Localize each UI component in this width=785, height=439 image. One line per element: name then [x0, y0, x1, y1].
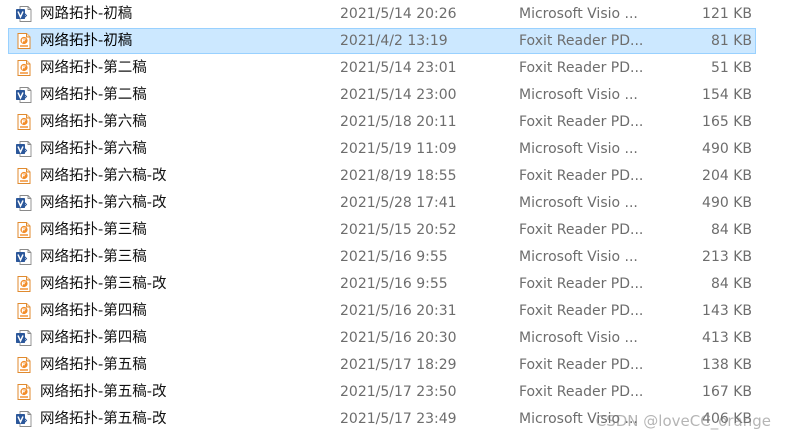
- file-size: 204 KB: [702, 168, 752, 184]
- file-date: 2021/5/17 23:50: [340, 384, 457, 400]
- file-date: 2021/4/2 13:19: [340, 33, 448, 49]
- file-date: 2021/8/19 18:55: [340, 168, 457, 184]
- file-size: 51 KB: [710, 60, 752, 76]
- file-type: Microsoft Visio ...: [519, 141, 638, 157]
- file-date: 2021/5/17 23:49: [340, 411, 457, 427]
- file-date: 2021/5/17 18:29: [340, 357, 457, 373]
- file-name: 网络拓扑-第三稿-改: [40, 276, 167, 292]
- visio-file-icon: [15, 329, 33, 347]
- pdf-file-icon: [15, 59, 33, 77]
- visio-file-icon: [15, 410, 33, 428]
- file-row[interactable]: 网络拓扑-第五稿-改 2021/5/17 23:49 Microsoft Visio…: [0, 406, 785, 432]
- file-size: 165 KB: [702, 114, 752, 130]
- file-type: Foxit Reader PD...: [519, 222, 644, 238]
- pdf-file-icon: [15, 356, 33, 374]
- file-type: Foxit Reader PD...: [519, 384, 644, 400]
- file-name: 网络拓扑-第二稿: [40, 60, 147, 76]
- file-name: 网络拓扑-第二稿: [40, 87, 147, 103]
- file-size: 121 KB: [702, 6, 752, 22]
- file-row[interactable]: 网络拓扑-第四稿 2021/5/16 20:30 Microsoft Visio .…: [0, 325, 785, 351]
- file-name: 网络拓扑-第六稿: [40, 114, 147, 130]
- file-row[interactable]: 网络拓扑-第四稿 2021/5/16 20:31 Foxit Reader PD..…: [0, 298, 785, 324]
- file-date: 2021/5/19 11:09: [340, 141, 457, 157]
- file-type: Foxit Reader PD...: [519, 33, 644, 49]
- visio-file-icon: [15, 140, 33, 158]
- pdf-file-icon: [15, 113, 33, 131]
- file-date: 2021/5/15 20:52: [340, 222, 457, 238]
- file-name: 网络拓扑-第六稿: [40, 141, 147, 157]
- file-name: 网络拓扑-第四稿: [40, 303, 147, 319]
- file-date: 2021/5/14 23:01: [340, 60, 457, 76]
- pdf-file-icon: [15, 221, 33, 239]
- file-list: 网路拓扑-初稿 2021/5/14 20:26 Microsoft Visio ..…: [0, 1, 785, 433]
- file-name: 网络拓扑-第五稿-改: [40, 411, 167, 427]
- file-name: 网络拓扑-第五稿: [40, 357, 147, 373]
- file-size: 406 KB: [702, 411, 752, 427]
- file-date: 2021/5/16 9:55: [340, 249, 448, 265]
- file-date: 2021/5/16 20:30: [340, 330, 457, 346]
- pdf-file-icon: [15, 32, 33, 50]
- pdf-file-icon: [15, 383, 33, 401]
- file-type: Foxit Reader PD...: [519, 60, 644, 76]
- file-type: Foxit Reader PD...: [519, 276, 644, 292]
- file-size: 84 KB: [710, 222, 752, 238]
- file-row[interactable]: 网路拓扑-初稿 2021/5/14 20:26 Microsoft Visio ..…: [0, 1, 785, 27]
- file-row[interactable]: 网络拓扑-第六稿 2021/5/19 11:09 Microsoft Visio .…: [0, 136, 785, 162]
- file-date: 2021/5/14 23:00: [340, 87, 457, 103]
- file-date: 2021/5/28 17:41: [340, 195, 457, 211]
- file-row[interactable]: 网络拓扑-第二稿 2021/5/14 23:01 Foxit Reader PD..…: [0, 55, 785, 81]
- visio-file-icon: [15, 86, 33, 104]
- file-name: 网络拓扑-第三稿: [40, 249, 147, 265]
- file-size: 167 KB: [702, 384, 752, 400]
- file-size: 138 KB: [702, 357, 752, 373]
- file-type: Microsoft Visio ...: [519, 330, 638, 346]
- file-row[interactable]: 网络拓扑-初稿 2021/4/2 13:19 Foxit Reader PD... 8…: [8, 28, 756, 54]
- file-type: Foxit Reader PD...: [519, 168, 644, 184]
- file-row[interactable]: 网络拓扑-第三稿-改 2021/5/16 9:55 Foxit Reader PD.…: [0, 271, 785, 297]
- file-size: 143 KB: [702, 303, 752, 319]
- pdf-file-icon: [15, 302, 33, 320]
- file-size: 213 KB: [702, 249, 752, 265]
- file-type: Microsoft Visio ...: [519, 87, 638, 103]
- file-row[interactable]: 网络拓扑-第五稿-改 2021/5/17 23:50 Foxit Reader PD…: [0, 379, 785, 405]
- visio-file-icon: [15, 194, 33, 212]
- file-row[interactable]: 网络拓扑-第五稿 2021/5/17 18:29 Foxit Reader PD..…: [0, 352, 785, 378]
- file-type: Microsoft Visio ...: [519, 6, 638, 22]
- file-size: 490 KB: [702, 195, 752, 211]
- file-name: 网络拓扑-第六稿-改: [40, 168, 167, 184]
- file-type: Microsoft Visio ...: [519, 249, 638, 265]
- file-name: 网络拓扑-第六稿-改: [40, 195, 167, 211]
- file-date: 2021/5/18 20:11: [340, 114, 457, 130]
- file-size: 154 KB: [702, 87, 752, 103]
- file-name: 网路拓扑-初稿: [40, 6, 133, 22]
- file-row[interactable]: 网络拓扑-第三稿 2021/5/16 9:55 Microsoft Visio ..…: [0, 244, 785, 270]
- file-row[interactable]: 网络拓扑-第六稿-改 2021/8/19 18:55 Foxit Reader PD…: [0, 163, 785, 189]
- file-name: 网络拓扑-第三稿: [40, 222, 147, 238]
- file-row[interactable]: 网络拓扑-第二稿 2021/5/14 23:00 Microsoft Visio .…: [0, 82, 785, 108]
- file-type: Microsoft Visio ...: [519, 411, 638, 427]
- file-type: Foxit Reader PD...: [519, 303, 644, 319]
- file-date: 2021/5/14 20:26: [340, 6, 457, 22]
- file-row[interactable]: 网络拓扑-第六稿 2021/5/18 20:11 Foxit Reader PD..…: [0, 109, 785, 135]
- file-name: 网络拓扑-第五稿-改: [40, 384, 167, 400]
- file-name: 网络拓扑-初稿: [40, 33, 133, 49]
- file-size: 81 KB: [710, 33, 752, 49]
- file-size: 413 KB: [702, 330, 752, 346]
- file-size: 490 KB: [702, 141, 752, 157]
- file-name: 网络拓扑-第四稿: [40, 330, 147, 346]
- file-date: 2021/5/16 9:55: [340, 276, 448, 292]
- file-type: Foxit Reader PD...: [519, 114, 644, 130]
- file-row[interactable]: 网络拓扑-第六稿-改 2021/5/28 17:41 Microsoft Visio…: [0, 190, 785, 216]
- file-row[interactable]: 网络拓扑-第三稿 2021/5/15 20:52 Foxit Reader PD..…: [0, 217, 785, 243]
- file-type: Foxit Reader PD...: [519, 357, 644, 373]
- pdf-file-icon: [15, 275, 33, 293]
- visio-file-icon: [15, 5, 33, 23]
- file-size: 84 KB: [710, 276, 752, 292]
- file-date: 2021/5/16 20:31: [340, 303, 457, 319]
- file-type: Microsoft Visio ...: [519, 195, 638, 211]
- visio-file-icon: [15, 248, 33, 266]
- pdf-file-icon: [15, 167, 33, 185]
